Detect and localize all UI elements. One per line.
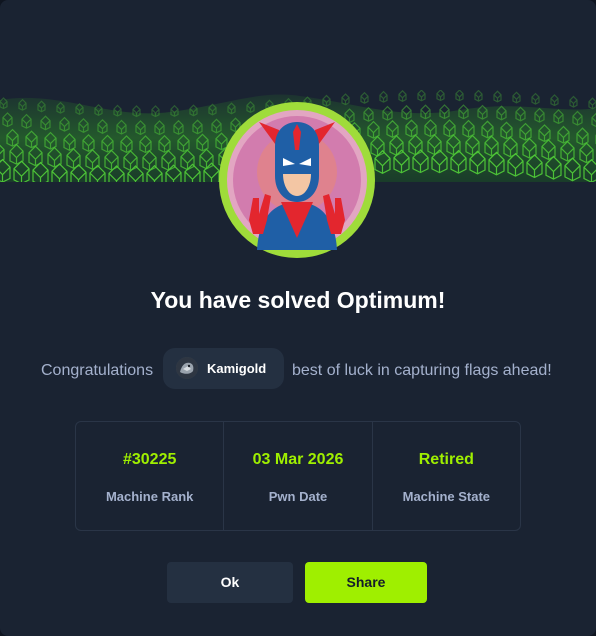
dialog-title: You have solved Optimum! (150, 287, 446, 313)
stat-pwn-date: 03 Mar 2026 Pwn Date (224, 422, 373, 530)
banner-cube (550, 94, 559, 107)
stat-label: Pwn Date (268, 489, 328, 504)
stats-panel: #30225 Machine Rank 03 Mar 2026 Pwn Date… (75, 421, 521, 531)
congrats-suffix: best of luck in capturing flags ahead! (292, 362, 552, 379)
banner-cube (474, 90, 483, 102)
share-button[interactable]: Share (305, 562, 427, 603)
banner-cube (436, 90, 445, 102)
banner-cube (569, 95, 578, 108)
stat-label: Machine Rank (105, 489, 194, 504)
banner-cube (113, 104, 122, 117)
banner-cube (455, 90, 464, 102)
banner-cube (417, 90, 426, 102)
banner-cube (379, 90, 388, 103)
congrats-prefix: Congratulations (41, 362, 154, 379)
banner-cube (132, 105, 141, 118)
solved-dialog: You have solved Optimum! Congratulations… (0, 0, 596, 636)
user-avatar-icon (176, 357, 198, 379)
machine-avatar-icon (219, 102, 375, 258)
banner-cube (588, 97, 596, 110)
banner-cube (151, 105, 160, 118)
user-chip[interactable]: Kamigold (163, 348, 284, 389)
username: Kamigold (207, 361, 267, 376)
banner-cube (170, 104, 179, 117)
stat-machine-rank: #30225 Machine Rank (76, 422, 225, 530)
stat-value: 03 Mar 2026 (252, 451, 344, 468)
stat-value: #30225 (122, 451, 177, 468)
banner-cube (531, 92, 540, 105)
banner-cube (420, 104, 431, 120)
banner-cube (398, 90, 407, 102)
banner-cube (512, 91, 521, 104)
banner-cube (493, 90, 502, 103)
stat-machine-state: Retired Machine State (373, 422, 520, 530)
stat-label: Machine State (402, 489, 491, 504)
ok-button[interactable]: Ok (167, 562, 293, 603)
stat-value: Retired (418, 451, 474, 468)
